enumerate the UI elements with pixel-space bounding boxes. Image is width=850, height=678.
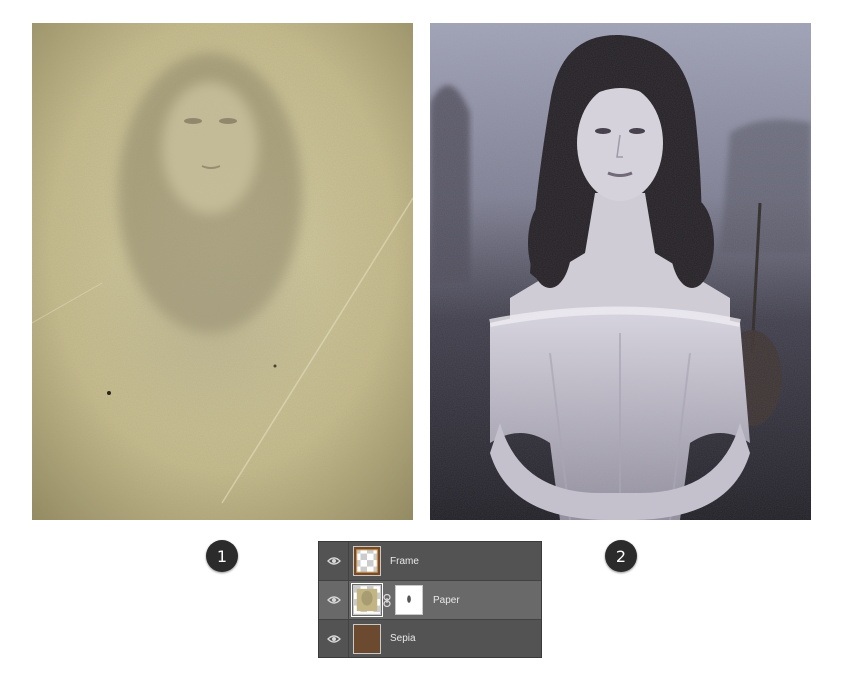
eye-icon[interactable] bbox=[319, 542, 349, 580]
step-badge-1: 1 bbox=[206, 540, 238, 572]
layer-name-sepia: Sepia bbox=[390, 633, 416, 644]
step-badge-label: 1 bbox=[216, 546, 228, 566]
paper-thumbnail[interactable] bbox=[351, 583, 383, 617]
layer-row-sepia[interactable]: Sepia bbox=[319, 620, 541, 657]
layer-mask-thumbnail[interactable] bbox=[395, 585, 423, 615]
layers-panel: Frame Paper Sepia bbox=[318, 541, 542, 658]
layer-name-frame: Frame bbox=[390, 555, 419, 567]
layer-row-frame[interactable]: Frame bbox=[319, 542, 541, 581]
eye-icon[interactable] bbox=[319, 620, 349, 657]
layer-row-paper[interactable]: Paper bbox=[319, 581, 541, 620]
eye-icon[interactable] bbox=[319, 581, 349, 619]
sepia-thumbnail[interactable] bbox=[353, 624, 381, 654]
vintage-portrait-photo-image bbox=[430, 23, 811, 520]
layer-name-paper: Paper bbox=[433, 594, 460, 606]
step-badge-label: 2 bbox=[615, 546, 627, 566]
frame-thumbnail[interactable] bbox=[353, 546, 381, 576]
aged-paper-portrait-image bbox=[32, 23, 413, 520]
chain-link-icon[interactable] bbox=[383, 594, 391, 607]
step-badge-2: 2 bbox=[605, 540, 637, 572]
